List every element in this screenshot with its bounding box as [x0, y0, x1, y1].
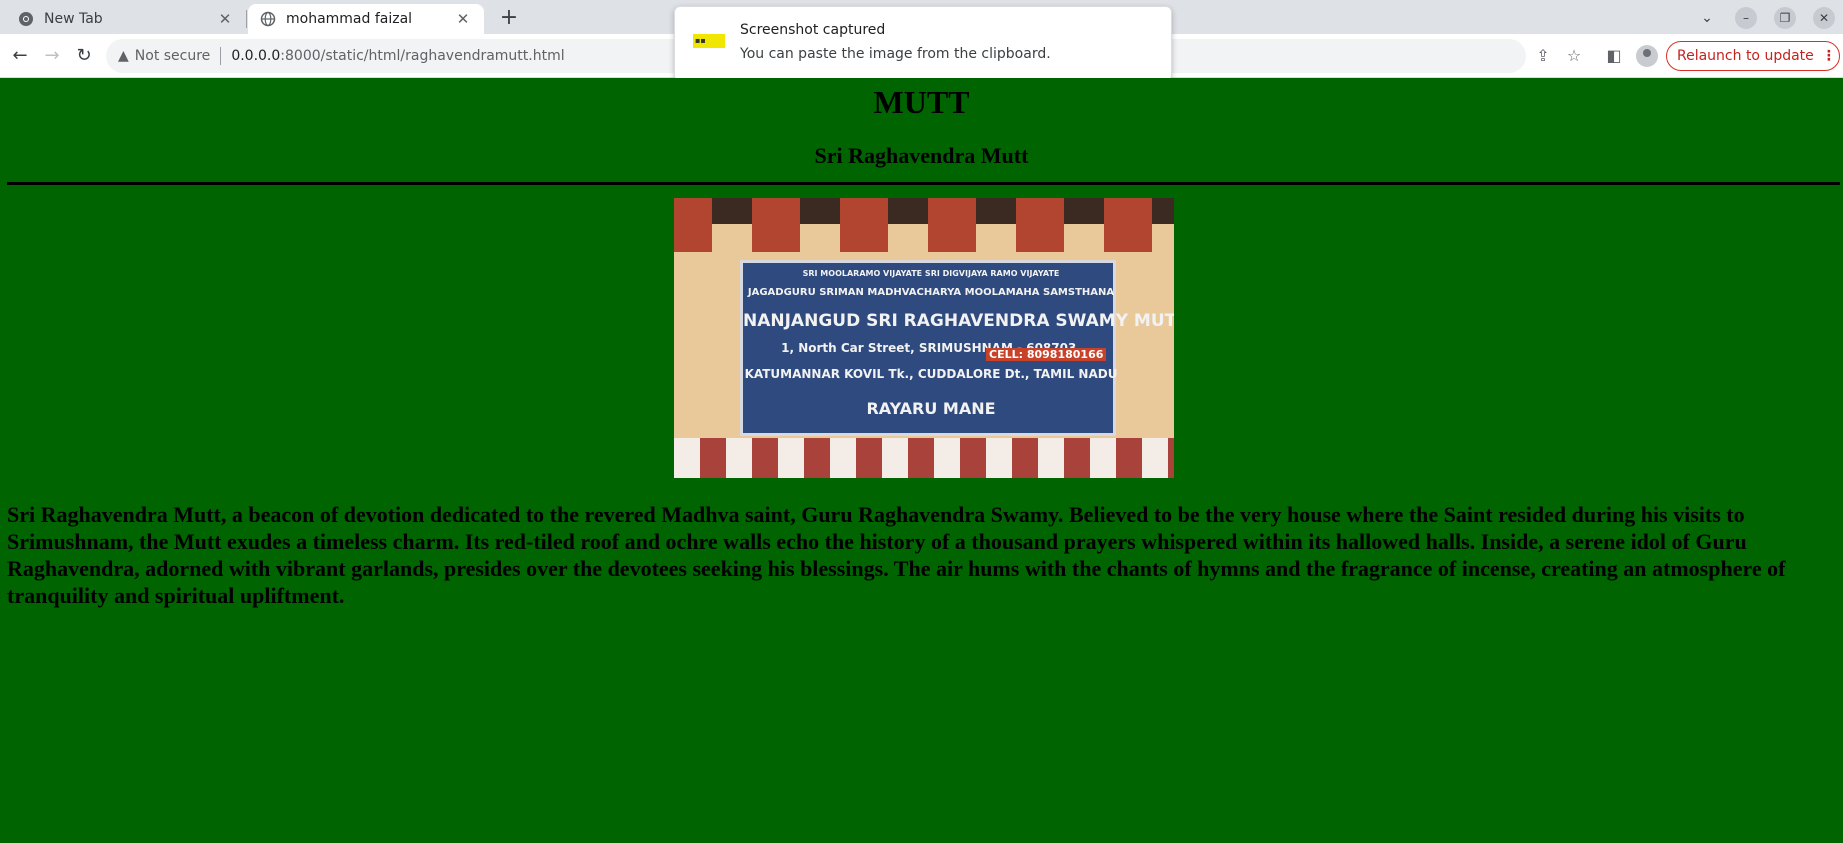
- photo-arch: [674, 198, 712, 252]
- tab-title: mohammad faizal: [286, 11, 413, 27]
- photo-stripe: [674, 438, 700, 478]
- sign-text: RAYARU MANE: [866, 399, 996, 418]
- photo-stripe: [986, 438, 1012, 478]
- close-tab-icon[interactable]: ✕: [216, 10, 234, 28]
- notification-title: Screenshot captured: [740, 22, 886, 38]
- forward-arrow-icon[interactable]: →: [39, 43, 65, 69]
- photo-stripe: [726, 438, 752, 478]
- close-window-icon[interactable]: ✕: [1813, 7, 1835, 29]
- photo-stripe: [1012, 438, 1038, 478]
- sign-text: SRI MOOLARAMO VIJAYATE SRI DIGVIJAYA RAM…: [802, 269, 1060, 278]
- photo-stripe: [752, 438, 778, 478]
- relaunch-to-update-button[interactable]: Relaunch to update ⋮: [1666, 41, 1840, 71]
- tab-mohammad-faizal[interactable]: mohammad faizal ✕: [248, 4, 484, 34]
- photo-stripe: [856, 438, 882, 478]
- bookmark-star-icon[interactable]: ☆: [1561, 43, 1587, 69]
- photo-stripe: [804, 438, 830, 478]
- page-content: MUTT Sri Raghavendra Mutt SRI MOOLARAMO …: [0, 78, 1843, 843]
- photo-stripe: [778, 438, 804, 478]
- description-paragraph: Sri Raghavendra Mutt, a beacon of devoti…: [7, 502, 1786, 608]
- photo-arch: [752, 198, 800, 252]
- new-tab-button[interactable]: +: [496, 6, 522, 32]
- share-icon[interactable]: ⇪: [1530, 43, 1556, 69]
- photo-arch: [1016, 198, 1064, 252]
- photo-stripe: [700, 438, 726, 478]
- profile-avatar[interactable]: [1636, 45, 1658, 67]
- restore-icon[interactable]: ❐: [1774, 7, 1796, 29]
- page-title: MUTT: [873, 84, 970, 120]
- photo-arch: [840, 198, 888, 252]
- minimize-icon[interactable]: –: [1735, 7, 1757, 29]
- photo-stripe: [908, 438, 934, 478]
- page-subtitle: Sri Raghavendra Mutt: [814, 143, 1029, 168]
- tab-new-tab[interactable]: New Tab ✕: [6, 4, 246, 34]
- relaunch-label: Relaunch to update: [1677, 48, 1814, 64]
- reload-icon[interactable]: ↻: [71, 43, 97, 69]
- warning-icon[interactable]: ▲: [118, 48, 129, 64]
- sign-cell-number: CELL: 8098180166: [986, 348, 1107, 361]
- photo-stripe: [1168, 438, 1174, 478]
- url-path: :8000/static/html/raghavendramutt.html: [280, 48, 565, 64]
- sign-text: NANJANGUD SRI RAGHAVENDRA SWAMY MUTT: [743, 311, 1174, 331]
- photo-stripe: [934, 438, 960, 478]
- notification-message: You can paste the image from the clipboa…: [740, 46, 1051, 62]
- security-label[interactable]: Not secure: [135, 48, 211, 64]
- photo-stripe: [1090, 438, 1116, 478]
- photo-stripe: [830, 438, 856, 478]
- sign-text: JAGADGURU SRIMAN MADHVACHARYA MOOLAMAHA …: [747, 287, 1115, 298]
- back-arrow-icon[interactable]: ←: [7, 43, 33, 69]
- mutt-signboard-photo: SRI MOOLARAMO VIJAYATE SRI DIGVIJAYA RAM…: [674, 198, 1174, 478]
- photo-arch: [1104, 198, 1152, 252]
- chrome-icon: [18, 11, 34, 27]
- tab-search-chevron-icon[interactable]: ⌄: [1695, 6, 1719, 30]
- omnibox-divider: [220, 47, 222, 65]
- photo-stripe: [1064, 438, 1090, 478]
- url-host: 0.0.0.0: [231, 48, 281, 64]
- photo-arch: [928, 198, 976, 252]
- photo-stripe: [1038, 438, 1064, 478]
- tab-title: New Tab: [44, 11, 103, 27]
- photo-roof-shadow: [674, 198, 1174, 224]
- screenshot-thumbnail: ▪▪: [693, 34, 725, 48]
- side-panel-icon[interactable]: ◧: [1601, 43, 1627, 69]
- close-tab-icon[interactable]: ✕: [454, 10, 472, 28]
- photo-stripe: [960, 438, 986, 478]
- photo-stripe: [1116, 438, 1142, 478]
- globe-icon: [260, 11, 276, 27]
- photo-stripe: [882, 438, 908, 478]
- sign-text: KATUMANNAR KOVIL Tk., CUDDALORE Dt., TAM…: [744, 367, 1118, 381]
- photo-stripe: [1142, 438, 1168, 478]
- tab-separator: [246, 10, 247, 28]
- screenshot-notification[interactable]: ▪▪ Screenshot captured You can paste the…: [674, 6, 1172, 81]
- more-menu-icon[interactable]: ⋮: [1822, 48, 1836, 64]
- horizontal-rule: [7, 182, 1840, 185]
